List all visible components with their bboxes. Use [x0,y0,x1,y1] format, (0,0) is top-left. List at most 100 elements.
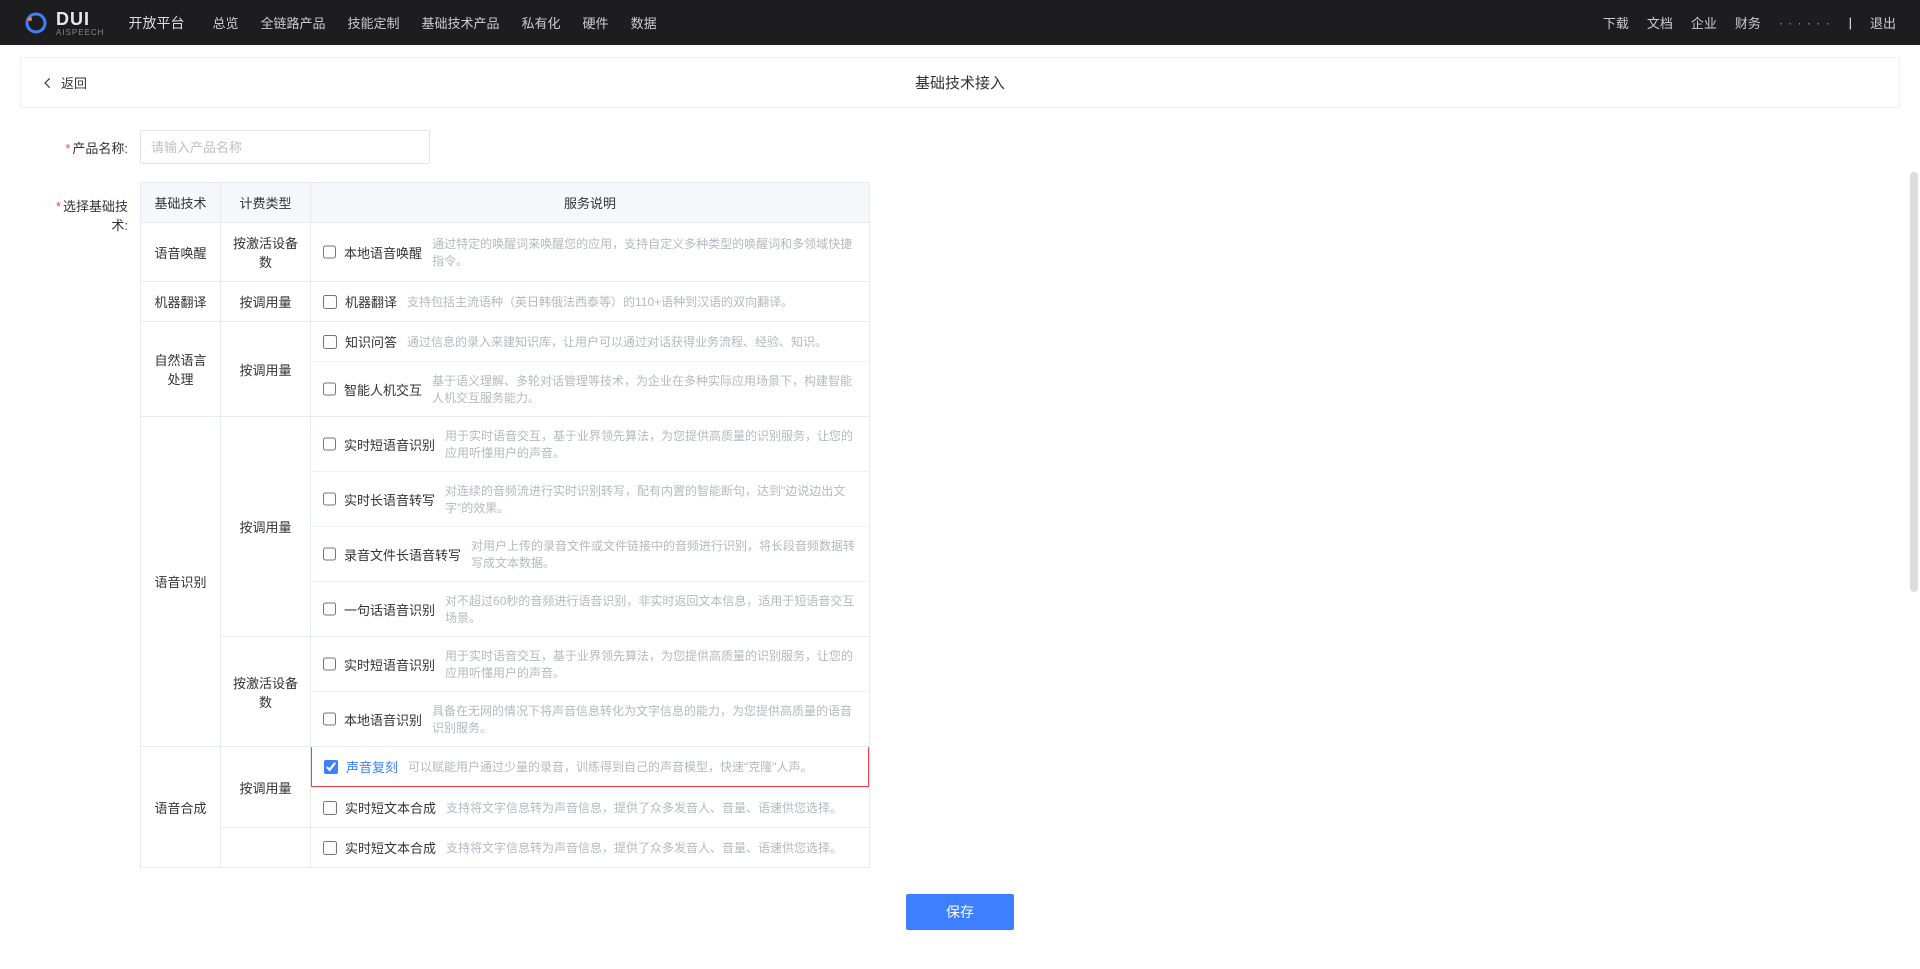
service-name: 一句话语音识别 [344,600,435,619]
nav-skill[interactable]: 技能定制 [348,13,400,32]
bill-cell: 按激活设备数 [221,637,311,747]
nav-fulllink[interactable]: 全链路产品 [260,13,325,32]
service-item: 机器翻译支持包括主流语种（英日韩俄法西泰等）的110+语种到汉语的双向翻译。 [311,282,869,321]
top-nav: DUI AISPEECH 开放平台 总览 全链路产品 技能定制 基础技术产品 私… [0,0,1920,45]
nav-enterprise[interactable]: 企业 [1691,13,1717,32]
th-desc: 服务说明 [311,183,870,223]
service-checkbox[interactable] [323,547,336,561]
service-name: 实时长语音转写 [344,490,435,509]
desc-cell: 实时短语音识别用于实时语音交互，基于业界领先算法，为您提供高质量的识别服务，让您… [311,417,870,637]
desc-cell: 本地语音唤醒通过特定的唤醒词来唤醒您的应用，支持自定义多种类型的唤醒词和多领域快… [311,223,870,282]
logo-icon [24,11,48,35]
service-desc: 支持将文字信息转为声音信息，提供了众多发音人、音量、语速供您选择。 [446,839,842,856]
service-name: 知识问答 [345,332,397,351]
desc-cell: 声音复刻可以赋能用户通过少量的录音，训练得到自己的声音模型，快速"克隆"人声。实… [311,747,870,828]
bill-cell: 按激活设备数 [221,223,311,282]
service-item: 录音文件长语音转写对用户上传的录音文件或文件链接中的音频进行识别，将长段音频数据… [311,526,869,581]
service-item: 知识问答通过信息的录入来建知识库，让用户可以通过对话获得业务流程、经验、知识。 [311,322,869,361]
bill-cell: 按调用量 [221,747,311,828]
service-desc: 具备在无网的情况下将声音信息转化为文字信息的能力，为您提供高质量的语音识别服务。 [432,702,857,736]
product-name-label: *产品名称: [50,138,140,157]
nav-download[interactable]: 下载 [1603,13,1629,32]
service-name: 实时短语音识别 [344,655,435,674]
th-bill: 计费类型 [221,183,311,223]
tech-cell: 机器翻译 [141,282,221,322]
nav-hardware[interactable]: 硬件 [583,13,609,32]
service-name: 实时短文本合成 [345,798,436,817]
service-desc: 用于实时语音交互，基于业界领先算法，为您提供高质量的识别服务，让您的应用听懂用户… [445,647,857,681]
service-item: 实时短文本合成支持将文字信息转为声音信息，提供了众多发音人、音量、语速供您选择。 [311,828,869,867]
nav-data[interactable]: 数据 [631,13,657,32]
top-right-nav: 下载 文档 企业 财务 · · · · · · | 退出 [1603,13,1896,32]
service-desc: 可以赋能用户通过少量的录音，训练得到自己的声音模型，快速"克隆"人声。 [408,758,813,775]
tech-cell: 语音合成 [141,747,221,868]
service-item: 本地语音识别具备在无网的情况下将声音信息转化为文字信息的能力，为您提供高质量的语… [311,691,869,746]
service-checkbox[interactable] [323,245,336,259]
nav-docs[interactable]: 文档 [1647,13,1673,32]
service-desc: 对用户上传的录音文件或文件链接中的音频进行识别，将长段音频数据转写成文本数据。 [471,537,857,571]
logo-text: DUI [56,9,104,30]
logo-subtext: AISPEECH [56,28,104,37]
service-name: 机器翻译 [345,292,397,311]
scrollbar[interactable] [1910,172,1918,592]
bill-cell [221,828,311,868]
service-name: 实时短文本合成 [345,838,436,857]
service-desc: 对不超过60秒的音频进行语音识别，非实时返回文本信息，适用于短语音交互场景。 [445,592,857,626]
service-item: 实时短语音识别用于实时语音交互，基于业界领先算法，为您提供高质量的识别服务，让您… [311,637,869,691]
service-name: 实时短语音识别 [344,435,435,454]
service-desc: 通过特定的唤醒词来唤醒您的应用，支持自定义多种类型的唤醒词和多领域快捷指令。 [432,235,857,269]
save-button[interactable]: 保存 [906,894,1014,930]
service-checkbox[interactable] [323,492,336,506]
back-label: 返回 [61,73,87,92]
logout-link[interactable]: 退出 [1870,13,1896,32]
service-name: 录音文件长语音转写 [344,545,461,564]
service-item: 实时长语音转写对连续的音频流进行实时识别转写，配有内置的智能断句，达到"边说边出… [311,471,869,526]
service-checkbox[interactable] [323,712,336,726]
service-item: 实时短文本合成支持将文字信息转为声音信息，提供了众多发音人、音量、语速供您选择。 [311,787,869,827]
bill-cell: 按调用量 [221,417,311,637]
back-button[interactable]: 返回 [41,73,87,92]
service-desc: 支持包括主流语种（英日韩俄法西泰等）的110+语种到汉语的双向翻译。 [407,293,793,310]
service-checkbox[interactable] [323,657,336,671]
tech-cell: 自然语言处理 [141,322,221,417]
page-titlebar: 返回 基础技术接入 [20,57,1900,108]
desc-cell: 机器翻译支持包括主流语种（英日韩俄法西泰等）的110+语种到汉语的双向翻译。 [311,282,870,322]
service-desc: 通过信息的录入来建知识库，让用户可以通过对话获得业务流程、经验、知识。 [407,333,827,350]
service-desc: 支持将文字信息转为声音信息，提供了众多发音人、音量、语速供您选择。 [446,799,842,816]
service-checkbox[interactable] [323,602,336,616]
service-name: 本地语音识别 [344,710,422,729]
service-checkbox[interactable] [323,801,337,815]
service-name: 本地语音唤醒 [344,243,422,262]
service-item: 本地语音唤醒通过特定的唤醒词来唤醒您的应用，支持自定义多种类型的唤醒词和多领域快… [311,225,869,279]
service-checkbox[interactable] [323,382,336,396]
nav-finance[interactable]: 财务 [1735,13,1761,32]
desc-cell: 实时短文本合成支持将文字信息转为声音信息，提供了众多发音人、音量、语速供您选择。 [311,828,870,868]
desc-cell: 实时短语音识别用于实时语音交互，基于业界领先算法，为您提供高质量的识别服务，让您… [311,637,870,747]
nav-private[interactable]: 私有化 [522,13,561,32]
service-name: 智能人机交互 [344,380,422,399]
bill-cell: 按调用量 [221,282,311,322]
th-tech: 基础技术 [141,183,221,223]
service-checkbox[interactable] [324,760,338,774]
service-checkbox[interactable] [323,437,336,451]
product-name-input[interactable] [140,130,430,164]
service-item: 智能人机交互基于语义理解、多轮对话管理等技术，为企业在多种实际应用场景下，构建智… [311,361,869,416]
service-desc: 用于实时语音交互，基于业界领先算法，为您提供高质量的识别服务，让您的应用听懂用户… [445,427,857,461]
nav-overview[interactable]: 总览 [212,13,238,32]
tech-cell: 语音唤醒 [141,223,221,282]
service-item: 一句话语音识别对不超过60秒的音频进行语音识别，非实时返回文本信息，适用于短语音… [311,581,869,636]
service-name: 声音复刻 [346,757,398,776]
platform-label: 开放平台 [128,13,184,33]
nav-basetech[interactable]: 基础技术产品 [422,13,500,32]
page-title: 基础技术接入 [915,72,1005,93]
desc-cell: 知识问答通过信息的录入来建知识库，让用户可以通过对话获得业务流程、经验、知识。智… [311,322,870,417]
logo[interactable]: DUI AISPEECH [24,9,104,37]
service-checkbox[interactable] [323,335,337,349]
service-checkbox[interactable] [323,841,337,855]
tech-cell: 语音识别 [141,417,221,747]
user-id: · · · · · · [1779,16,1831,30]
select-tech-label: *选择基础技术: [50,182,140,234]
service-item: 声音复刻可以赋能用户通过少量的录音，训练得到自己的声音模型，快速"克隆"人声。 [311,747,869,787]
service-checkbox[interactable] [323,295,337,309]
arrow-left-icon [41,76,55,90]
